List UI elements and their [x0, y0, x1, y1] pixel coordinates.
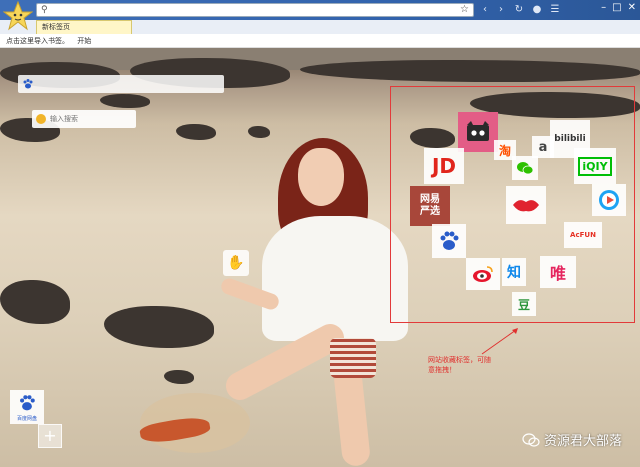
vip-tile[interactable]: 唯 [540, 256, 576, 288]
baidu-tile[interactable] [432, 224, 466, 258]
douban-label: 豆 [517, 297, 530, 312]
browser-chrome: ⚲ ☆ ‹ › ↻ ● ☰ – □ ✕ 新标签页 点击这里导入书签。 开始 [0, 0, 640, 48]
refresh-icon[interactable]: ↻ [512, 3, 526, 17]
lips-icon [513, 200, 539, 212]
baidu-netdisk-tile[interactable]: 百度网盘 [10, 390, 44, 424]
douban-tile[interactable]: 豆 [512, 292, 536, 316]
bookmarks-import-hint: 点击这里导入书签。 [6, 37, 69, 45]
shorts [330, 338, 376, 378]
tab-label: 新标签页 [42, 23, 70, 31]
search-box[interactable] [32, 110, 136, 128]
taobao-label: 淘 [498, 143, 511, 158]
weibo-icon [473, 266, 493, 282]
back-icon[interactable]: ‹ [478, 3, 492, 17]
minimize-icon[interactable]: – [601, 2, 606, 13]
weibo-tile[interactable] [466, 258, 500, 290]
acfun-tile[interactable]: AcFUN [564, 222, 602, 248]
add-shortcut-button[interactable]: + [38, 424, 62, 448]
bilibili-label: bilibili [554, 134, 586, 144]
forward-icon[interactable]: › [494, 3, 508, 17]
tmall-tile[interactable] [458, 112, 498, 152]
search-input[interactable] [50, 112, 132, 126]
menu-icon[interactable]: ☰ [548, 3, 562, 17]
shirt [262, 216, 408, 341]
baidu-search-box[interactable] [18, 75, 224, 93]
home-icon[interactable]: ● [530, 3, 544, 17]
baidu-paw-icon [440, 231, 459, 250]
watermark: 资源君大部落 [522, 430, 622, 449]
tmall-cat-icon [467, 121, 489, 141]
wechat-icon [522, 432, 540, 447]
baidu-paw-icon [23, 79, 33, 89]
zhihu-label: 知 [507, 265, 521, 281]
search-icon: ⚲ [41, 5, 48, 15]
iqiyi-tile[interactable]: iQIY [574, 148, 616, 184]
window-controls: – □ ✕ [601, 2, 636, 13]
watermark-text: 资源君大部落 [543, 434, 622, 449]
annotation-line: 意拖拽！ [428, 366, 456, 374]
wechat-tile[interactable] [512, 156, 538, 180]
vip-label: 唯 [549, 264, 566, 283]
acfun-label: AcFUN [570, 231, 596, 239]
netease-yanxuan-label: 网易 严选 [420, 194, 440, 217]
address-bar[interactable]: ⚲ ☆ [36, 3, 474, 17]
face [298, 148, 344, 206]
lips-tile[interactable] [506, 186, 546, 224]
maximize-icon[interactable]: □ [612, 2, 621, 13]
zhihu-tile[interactable]: 知 [502, 258, 526, 286]
wechat-icon [517, 162, 534, 175]
baidu-netdisk-label: 百度网盘 [16, 416, 37, 422]
leg [332, 364, 372, 467]
netease-yanxuan-tile[interactable]: 网易 严选 [410, 186, 450, 226]
bookmarks-bar: 点击这里导入书签。 开始 [0, 34, 640, 48]
play-icon [599, 190, 619, 210]
hand-gesture-icon[interactable]: ✋ [223, 250, 249, 276]
bookmarks-start-link[interactable]: 开始 [77, 37, 91, 45]
jd-tile[interactable]: JD [424, 148, 464, 184]
bookmark-star-icon[interactable]: ☆ [460, 4, 469, 15]
baidu-paw-icon [20, 395, 35, 411]
tab-new-tab[interactable]: 新标签页 [36, 20, 132, 34]
close-icon[interactable]: ✕ [628, 2, 636, 13]
search-engine-icon [36, 114, 46, 124]
annotation-text: 网站收藏标签，可随 意拖拽！ [428, 355, 518, 375]
iqiyi-label: iQIY [578, 156, 612, 176]
browser-logo-icon [3, 1, 33, 31]
acfun-a-label: a [538, 139, 548, 155]
annotation-line: 网站收藏标签，可随 [428, 356, 491, 364]
jd-label: JD [431, 154, 457, 178]
annotation-arrow [481, 328, 518, 355]
youku-tile[interactable] [592, 184, 626, 216]
